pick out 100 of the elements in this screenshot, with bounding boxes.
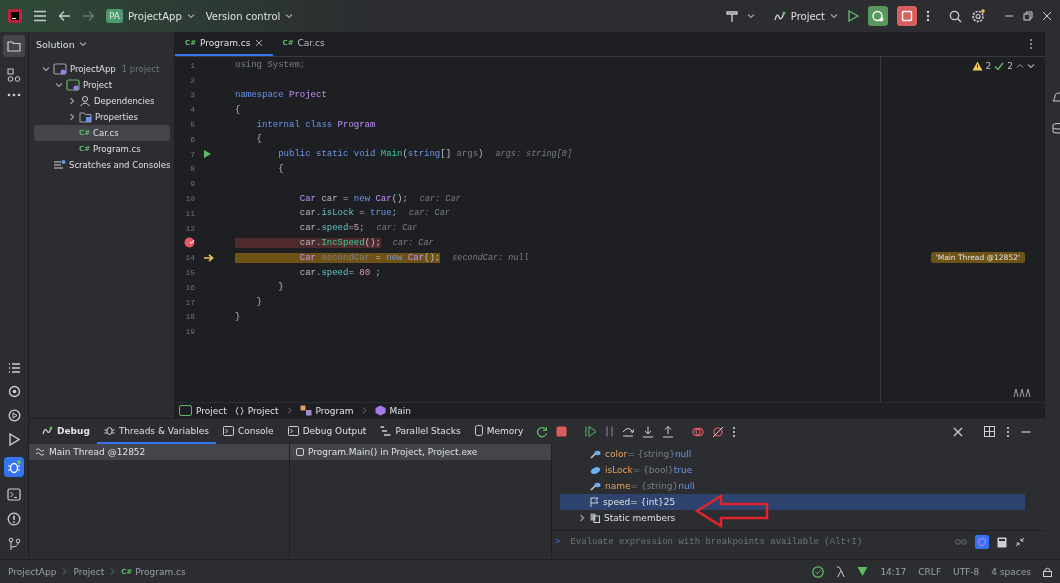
chevron-right-icon [361, 407, 367, 414]
panel-tab[interactable]: Console [215, 419, 281, 444]
list-icon[interactable] [7, 362, 21, 374]
settings-icon[interactable] [971, 9, 985, 23]
debug-icon[interactable] [868, 6, 888, 26]
structure-icon[interactable] [7, 68, 21, 82]
layout-icon[interactable] [984, 426, 995, 437]
evaluate-expression-field[interactable]: Evaluate expression with breakpoints available (Alt+I) [568, 536, 947, 548]
panel-tab[interactable]: Debug Output [280, 419, 374, 444]
problems-icon[interactable] [7, 512, 21, 526]
path-item[interactable]: Project [73, 566, 105, 577]
tree-item[interactable]: Properties [34, 109, 170, 125]
close-icon[interactable] [254, 39, 263, 47]
more-icon[interactable] [7, 93, 21, 97]
status-item[interactable]: UTF-8 [953, 566, 980, 577]
thread-row[interactable]: Main Thread @12852 [29, 444, 289, 460]
breadcrumb-item[interactable]: Program [299, 405, 354, 416]
run-icon[interactable] [204, 150, 211, 159]
lock-icon[interactable] [1043, 566, 1052, 577]
panel-tab[interactable]: Memory [467, 419, 531, 444]
play-circle-icon[interactable] [7, 409, 21, 422]
variable-row[interactable]: color= {string}null [560, 446, 1025, 462]
mute-breakpoints-icon[interactable] [712, 425, 725, 438]
status-item[interactable]: CRLF [918, 566, 942, 577]
shield-icon[interactable] [857, 566, 869, 577]
chevron-up-icon[interactable] [1016, 62, 1024, 70]
version-control-menu[interactable]: Version control [205, 10, 294, 22]
calculator-icon[interactable] [997, 536, 1007, 548]
stop-icon[interactable] [897, 6, 917, 26]
debug-title[interactable]: Debug [35, 419, 97, 444]
warning-icon[interactable] [971, 61, 983, 71]
chevron-down-icon[interactable] [1027, 62, 1035, 70]
bell-icon[interactable] [1052, 92, 1060, 104]
chevron-down-icon[interactable] [186, 12, 195, 20]
check-icon[interactable] [994, 61, 1005, 71]
stack-frame-row[interactable]: Program.Main() in Project, Project.exe [290, 444, 551, 460]
close-icon[interactable] [953, 426, 963, 437]
chevron-right-icon[interactable] [578, 514, 586, 522]
thread-icon [35, 447, 45, 457]
step-over-icon[interactable] [622, 426, 635, 437]
variable-value: color= {string}null [605, 449, 692, 459]
more-icon[interactable] [1006, 425, 1010, 438]
stop-icon[interactable] [556, 426, 568, 437]
project-menu[interactable]: PA ProjectApp [106, 9, 195, 23]
resume-icon[interactable] [585, 426, 598, 437]
variable-row[interactable]: name= {string}null [560, 478, 1025, 494]
menu-icon[interactable] [33, 10, 47, 22]
services-icon[interactable] [7, 385, 21, 398]
solution-dropdown[interactable]: Solution [36, 38, 87, 50]
code-line: car.speed= 80 ; [298, 267, 381, 278]
variable-value: isLock= {bool}true [605, 465, 693, 475]
path-item[interactable]: ProjectApp [8, 566, 57, 577]
project-icon [179, 405, 192, 416]
more-icon[interactable] [732, 425, 737, 438]
breakpoints-icon[interactable] [692, 425, 705, 438]
breadcrumb-item[interactable]: Project [179, 405, 227, 416]
terminal-icon [222, 425, 234, 436]
chevron-down-icon[interactable] [830, 12, 838, 20]
folder-icon[interactable] [3, 35, 25, 57]
variable-group-row[interactable]: Static members [560, 510, 1025, 526]
back-arrow-icon[interactable] [58, 10, 71, 22]
tab-label: Program.cs [200, 38, 251, 48]
reader-mode-icon[interactable] [1013, 388, 1031, 398]
tree-item[interactable]: ProjectApp 1 project [34, 61, 170, 77]
lambda-icon[interactable] [836, 565, 846, 578]
bug-icon[interactable] [4, 457, 24, 477]
breadcrumb-item[interactable]: Main [374, 405, 412, 416]
chevron-down-icon[interactable] [78, 40, 87, 48]
breakpoint-icon[interactable] [184, 237, 195, 249]
step-into-icon[interactable] [642, 425, 655, 438]
restore-icon[interactable] [1023, 11, 1033, 21]
database-icon[interactable] [1052, 122, 1060, 134]
code-line: Car car = new Car(); [298, 193, 408, 204]
tree-item[interactable]: Scratches and Consoles [34, 157, 170, 173]
chevron-down-icon[interactable] [285, 12, 294, 20]
run-icon[interactable] [847, 10, 859, 22]
code-line: car.isLock = true; [298, 208, 398, 219]
search-icon[interactable] [949, 9, 962, 23]
more-icon[interactable] [1029, 38, 1033, 50]
chevron-down-icon[interactable] [746, 12, 755, 20]
variable-row[interactable]: speed= {int}25 [560, 494, 1025, 510]
terminal-icon[interactable] [7, 488, 21, 501]
run-icon[interactable] [8, 433, 20, 446]
tree-item[interactable]: Project [34, 77, 170, 93]
git-branch-icon[interactable] [7, 537, 21, 551]
rerun-icon[interactable] [536, 425, 549, 438]
close-icon[interactable] [1042, 11, 1052, 21]
collapse-icon[interactable] [1015, 537, 1025, 547]
breadcrumb-item[interactable]: Project [234, 405, 279, 416]
more-icon[interactable] [926, 10, 930, 22]
status-item[interactable]: 4 spaces [991, 566, 1031, 577]
run-configuration[interactable]: Project [773, 10, 838, 22]
step-out-icon[interactable] [662, 425, 675, 438]
panel-tab[interactable]: Parallel Stacks [373, 419, 468, 444]
check-circle-icon[interactable] [812, 565, 825, 578]
tree-item[interactable]: Dependencies [34, 93, 170, 109]
tree-item-label: Car.cs [93, 128, 119, 138]
status-item[interactable]: 14:17 [880, 566, 907, 577]
hammer-icon[interactable] [725, 9, 738, 23]
variable-row[interactable]: isLock= {bool}true [560, 462, 1025, 478]
